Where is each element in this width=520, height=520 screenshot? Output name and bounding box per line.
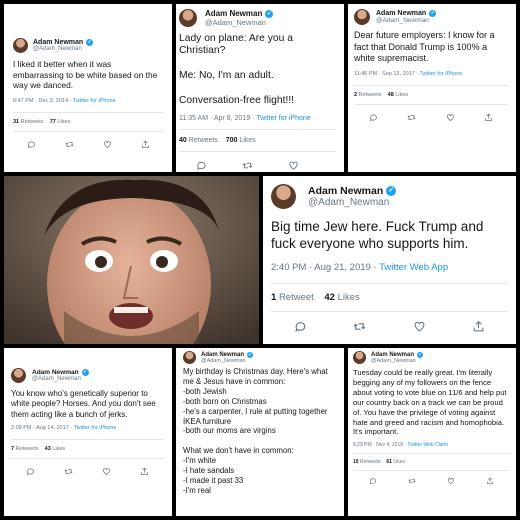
- share-icon[interactable]: [141, 140, 150, 149]
- author-handle[interactable]: @Adam_Newman: [33, 46, 93, 52]
- like-count[interactable]: 700 Likes: [226, 137, 256, 144]
- author-handle[interactable]: @Adam_Newman: [308, 197, 396, 208]
- tweet-stats: 2 Retweets 48 Likes: [354, 84, 508, 105]
- tweet-card-4[interactable]: Adam Newman ✓ @Adam_Newman Big time Jew h…: [263, 176, 516, 344]
- tweet-client[interactable]: Twitter Web Client: [407, 442, 447, 448]
- tweet-text: Big time Jew here. Fuck Trump and fuck e…: [271, 219, 484, 251]
- verified-badge-icon: ✓: [81, 369, 89, 376]
- share-icon[interactable]: [484, 113, 493, 122]
- author-handle[interactable]: @Adam_Newman: [32, 376, 89, 382]
- reply-icon[interactable]: [27, 140, 36, 149]
- retweet-count[interactable]: 10 Retweets: [353, 459, 381, 465]
- like-count[interactable]: 42 Likes: [324, 292, 359, 303]
- like-icon[interactable]: [288, 160, 299, 171]
- avatar[interactable]: [183, 351, 196, 364]
- verified-badge-icon: ✓: [265, 9, 274, 18]
- tweet-card-7[interactable]: Adam Newman ✓ @Adam_Newman Tuesday could …: [348, 348, 516, 516]
- author-name[interactable]: Adam Newman: [33, 39, 83, 46]
- like-icon[interactable]: [102, 467, 111, 476]
- tweet-header: Adam Newman ✓ @Adam_Newman: [179, 9, 336, 27]
- like-icon[interactable]: [103, 140, 112, 149]
- tweet-stats: 10 Retweets 61 Likes: [353, 453, 509, 472]
- tweet-header: Adam Newman ✓ @Adam_Newman: [271, 184, 508, 209]
- tweet-card-5[interactable]: Adam Newman ✓ @Adam_Newman You know who's…: [4, 348, 172, 516]
- retweet-count[interactable]: 40 Retweets: [179, 137, 218, 144]
- author-name[interactable]: Adam Newman: [205, 9, 262, 18]
- tweet-text: My birthday is Christmas day. Here's wha…: [183, 367, 328, 495]
- like-icon[interactable]: [447, 477, 455, 485]
- tweet-client[interactable]: Twitter for iPhone: [73, 98, 116, 104]
- like-count[interactable]: 43 Likes: [45, 446, 66, 452]
- author-name[interactable]: Adam Newman: [32, 369, 79, 376]
- tweet-text: I liked it better when it was embarrassi…: [13, 59, 158, 90]
- tweet-client[interactable]: Twitter for iPhone: [74, 425, 117, 431]
- tweet-client[interactable]: Twitter Web App: [379, 262, 448, 273]
- retweet-icon[interactable]: [407, 113, 416, 122]
- tweet-text: Lady on plane: Are you a Christian? Me: …: [179, 33, 295, 107]
- avatar[interactable]: [271, 184, 296, 209]
- tweet-header: Adam Newman ✓ @Adam_Newman: [11, 368, 164, 383]
- retweet-count[interactable]: 7 Retweets: [11, 446, 39, 452]
- tweet-timestamp: 6:47 PM · Dec 3, 2014 · Twitter for iPho…: [13, 97, 116, 104]
- avatar[interactable]: [353, 351, 366, 364]
- tweet-card-1[interactable]: Adam Newman ✓ @Adam_Newman I liked it bet…: [4, 4, 172, 172]
- share-icon[interactable]: [486, 477, 494, 485]
- share-icon[interactable]: [472, 320, 485, 333]
- avatar[interactable]: [179, 9, 197, 27]
- retweet-icon[interactable]: [242, 160, 253, 171]
- author-name[interactable]: Adam Newman: [376, 10, 426, 17]
- tweet-timestamp: 11:46 PM · Sep 13, 2017 · Twitter for iP…: [354, 70, 463, 77]
- tweet-timestamp: 2:09 PM · Aug 14, 2017 · Twitter for iPh…: [11, 425, 117, 432]
- share-icon[interactable]: [140, 467, 149, 476]
- retweet-count[interactable]: 2 Retweets: [354, 92, 382, 98]
- avatar[interactable]: [11, 368, 26, 383]
- author-handle[interactable]: @Adam_Newman: [371, 358, 423, 364]
- tweet-text: Dear future employers: I know for a fact…: [354, 30, 495, 63]
- like-count[interactable]: 61 Likes: [386, 459, 405, 465]
- portrait-photo: [4, 176, 259, 344]
- avatar[interactable]: [13, 38, 28, 53]
- retweet-icon[interactable]: [65, 140, 74, 149]
- tweet-stats: 31 Retweets 77 Likes: [13, 111, 164, 132]
- tweet-stats: 40 Retweets 700 Likes: [179, 129, 336, 153]
- tweet-stats: 7 Retweets 43 Likes: [11, 439, 164, 460]
- avatar[interactable]: [354, 9, 370, 25]
- tweet-card-3[interactable]: Adam Newman ✓ @Adam_Newman Dear future em…: [348, 4, 516, 172]
- retweet-icon[interactable]: [353, 320, 366, 333]
- verified-badge-icon: ✓: [386, 186, 397, 196]
- reply-icon[interactable]: [26, 467, 35, 476]
- like-count[interactable]: 48 Likes: [388, 92, 409, 98]
- tweet-card-6[interactable]: Adam Newman ✓ @Adam_Newman My birthday is…: [176, 348, 344, 516]
- like-count[interactable]: 77 Likes: [50, 119, 71, 125]
- reply-icon[interactable]: [196, 160, 207, 171]
- like-icon[interactable]: [446, 113, 455, 122]
- author-handle[interactable]: @Adam_Newman: [376, 17, 436, 24]
- retweet-icon[interactable]: [407, 477, 416, 485]
- tweet-timestamp: 11:35 AM · Apr 8, 2019 · Twitter for iPh…: [179, 115, 311, 123]
- tweet-stats: 1 Retweet 42 Likes: [271, 283, 508, 312]
- tweet-client[interactable]: Twitter for iPhone: [256, 115, 310, 122]
- tweet-header: Adam Newman ✓ @Adam_Newman: [13, 38, 164, 53]
- tweet-header: Adam Newman ✓ @Adam_Newman: [183, 351, 336, 364]
- verified-badge-icon: ✓: [429, 10, 437, 17]
- reply-icon[interactable]: [369, 113, 378, 122]
- like-icon[interactable]: [413, 320, 426, 333]
- author-name[interactable]: Adam Newman: [308, 185, 383, 197]
- tweet-card-2[interactable]: Adam Newman ✓ @Adam_Newman Lady on plane:…: [176, 4, 344, 172]
- tweet-header: Adam Newman ✓ @Adam_Newman: [353, 351, 509, 364]
- tweet-text: You know who's genetically superior to w…: [11, 389, 156, 419]
- tweet-timestamp: 8:23 PM · Nov 4, 2018 · Twitter Web Clie…: [353, 442, 448, 449]
- retweet-count[interactable]: 31 Retweets: [13, 119, 44, 125]
- retweet-count[interactable]: 1 Retweet: [271, 292, 314, 303]
- author-handle[interactable]: @Adam_Newman: [201, 358, 253, 364]
- tweet-header: Adam Newman ✓ @Adam_Newman: [354, 9, 508, 25]
- reply-icon[interactable]: [294, 320, 307, 333]
- author-handle[interactable]: @Adam_Newman: [205, 18, 273, 27]
- retweet-icon[interactable]: [64, 467, 73, 476]
- tweet-text: Tuesday could be really great. I'm liter…: [353, 368, 507, 437]
- reply-icon[interactable]: [369, 477, 377, 485]
- tweet-timestamp: 2:40 PM · Aug 21, 2019 · Twitter Web App: [271, 262, 449, 273]
- verified-badge-icon: ✓: [86, 39, 94, 46]
- tweet-client[interactable]: Twitter for iPhone: [420, 71, 463, 77]
